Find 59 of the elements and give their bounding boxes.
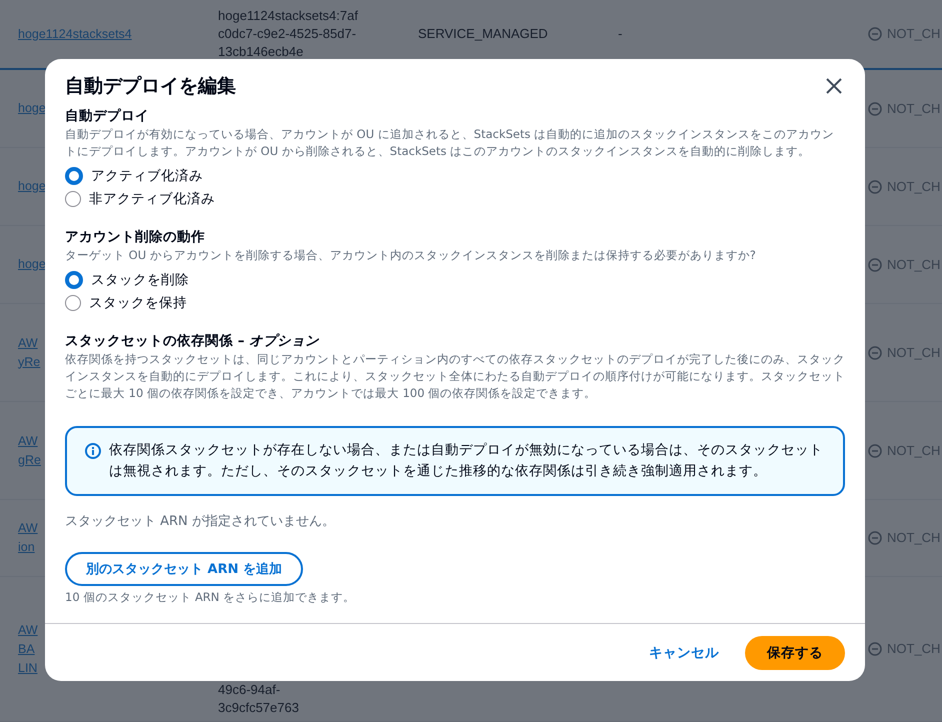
stack-set-link[interactable]: hoge1124stacksets4: [18, 24, 132, 44]
stack-set-link[interactable]: hoge: [18, 177, 46, 196]
modal-title: 自動デプロイを編集: [65, 74, 236, 99]
stack-set-link[interactable]: LIN: [18, 658, 38, 678]
section-heading: アカウント削除の動作: [65, 228, 206, 247]
alert-text: 依存関係スタックセットが存在しない場合、または自動デプロイが無効になっている場合は、そのスタックセットは無視されます。ただし、そのスタックセットを通じた推移的な依存関係は引き続き強制適用されます。: [109, 441, 824, 481]
radio-button[interactable]: [65, 294, 81, 310]
stack-set-link[interactable]: AW: [18, 334, 38, 352]
stack-set-link[interactable]: AW: [18, 620, 38, 640]
radio-option[interactable]: スタックを保持: [65, 291, 845, 314]
minus-circle-icon: [868, 642, 882, 656]
radio-button[interactable]: [65, 270, 83, 288]
info-icon: [85, 443, 101, 459]
minus-circle-icon: [868, 444, 882, 458]
minus-circle-icon: [868, 346, 882, 360]
status-text: NOT_CH: [887, 442, 940, 460]
minus-circle-icon: [868, 180, 882, 194]
stack-set-id: 49c6-94af-: [218, 681, 282, 699]
empty-text: スタックセット ARN が指定されていません。: [65, 513, 336, 530]
minus-circle-icon: [868, 27, 882, 41]
minus-circle-icon: [868, 102, 882, 116]
status-text: NOT_CH: [887, 256, 940, 274]
stack-set-link[interactable]: ion: [18, 538, 35, 557]
stack-set-id: hoge1124stacksets4:7af: [218, 7, 359, 25]
status-text: NOT_CH: [887, 25, 940, 43]
stack-set-id: 3c9cfc57e763: [218, 699, 300, 717]
section-description: 依存関係を持つスタックセットは、同じアカウントとパーティション内のすべての依存スタックセットのデプロイが完了した後にのみ、スタックインスタンスを自動的にデプロイします。これにより、スタックセット全体にわたる自動デプロイの順序付けが可能になります。スタックセットごとに最大 10 個の依存関係を設定でき、アカウントでは最大 100 個の依存関係を設定できます。: [65, 351, 845, 402]
table-cell-text: -: [618, 25, 624, 43]
stack-set-link[interactable]: BA: [18, 640, 35, 658]
radio-option[interactable]: アクティブ化済み: [65, 164, 845, 187]
status-text: NOT_CH: [887, 640, 940, 658]
close-icon: [825, 77, 843, 95]
status-text: NOT_CH: [887, 178, 940, 196]
stack-set-link[interactable]: hoge: [18, 99, 46, 118]
radio-option[interactable]: 非アクティブ化済み: [65, 187, 845, 210]
stack-set-link[interactable]: AW: [18, 519, 38, 538]
stack-set-id: 13cb146ecb4e: [218, 43, 304, 61]
status-text: NOT_CH: [887, 529, 940, 547]
radio-button[interactable]: [65, 166, 83, 184]
section-heading: スタックセットの依存関係 – オプション: [65, 332, 320, 351]
minus-circle-icon: [868, 531, 882, 545]
stack-set-id: c0dc7-c9e2-4525-85d7-: [218, 25, 358, 43]
stack-set-link[interactable]: AW: [18, 432, 38, 450]
section-description: 自動デプロイが有効になっている場合、アカウントが OU に追加されると、StackSets は自動的に追加のスタックインスタンスをこのアカウントにデプロイします。アカウントが OU から削除されると、StackSets はこのアカウントのスタックインスタンスを自動的に削除します。: [65, 126, 836, 160]
section-description: ターゲット OU からアカウントを削除する場合、アカウント内のスタックインスタンスを削除または保持する必要がありますか?: [65, 247, 757, 264]
status-text: NOT_CH: [887, 344, 940, 362]
stack-set-link[interactable]: yRe: [18, 352, 40, 372]
add-arn-button[interactable]: 別のスタックセット ARN を追加: [65, 552, 304, 586]
minus-circle-icon: [868, 258, 882, 272]
radio-option[interactable]: スタックを削除: [65, 268, 845, 291]
radio-button[interactable]: [65, 190, 81, 206]
cancel-button[interactable]: キャンセル: [645, 638, 723, 668]
status-text: NOT_CH: [887, 100, 940, 118]
section-heading: 自動デプロイ: [65, 107, 150, 126]
permission-model: SERVICE_MANAGED: [418, 25, 549, 43]
save-button[interactable]: 保存する: [745, 636, 845, 670]
hint-text: 10 個のスタックセット ARN をさらに追加できます。: [65, 590, 356, 605]
stack-set-link[interactable]: hoge: [18, 255, 46, 274]
stack-set-link[interactable]: gRe: [18, 450, 41, 470]
